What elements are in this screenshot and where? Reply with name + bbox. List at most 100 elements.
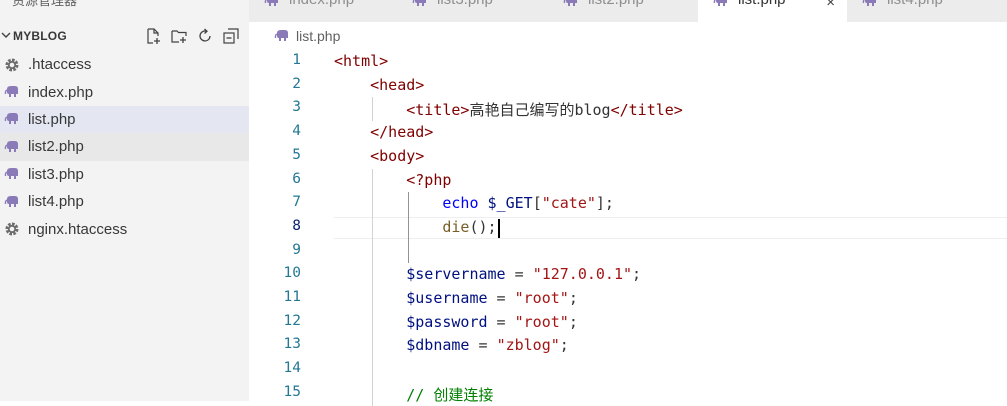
line-number: 11 <box>283 289 301 305</box>
file-label: nginx.htaccess <box>28 220 128 238</box>
line-number: 2 <box>292 75 301 92</box>
code-line[interactable]: 4 </head> <box>249 121 1007 145</box>
indent-guide <box>372 168 374 406</box>
code-text[interactable]: <title>高艳自己编写的blog</title> <box>334 99 683 120</box>
code-text[interactable]: die(); <box>334 217 497 236</box>
file-label: list3.php <box>28 165 84 183</box>
code-line[interactable]: 1 <html> <box>249 50 1007 74</box>
code-text[interactable]: $password = "root"; <box>334 313 578 331</box>
php-elephant-icon <box>4 194 20 210</box>
code-token: "cate" <box>541 194 596 213</box>
code-line[interactable]: 12 $password = "root"; <box>249 311 1007 335</box>
code-token: <?php <box>406 170 452 189</box>
code-token: [ <box>532 194 542 213</box>
php-elephant-icon <box>4 84 20 100</box>
refresh-icon[interactable] <box>195 26 215 46</box>
code-token: // 创建连接 <box>406 385 494 404</box>
code-text[interactable]: <html> <box>334 52 388 70</box>
code-text[interactable]: <head> <box>334 76 424 94</box>
code-text[interactable]: <?php <box>334 171 451 189</box>
file-label: .htaccess <box>28 56 92 74</box>
file-item[interactable]: index.php <box>0 78 249 105</box>
code-token: </title> <box>610 101 683 120</box>
code-text[interactable]: <body> <box>334 147 424 165</box>
code-line[interactable]: 14 <box>249 358 1007 382</box>
folder-header[interactable]: MYBLOG <box>0 25 249 47</box>
code-token: <html> <box>334 52 389 70</box>
code-line[interactable]: 5 <body> <box>249 145 1007 169</box>
file-item[interactable]: .htaccess <box>0 51 249 78</box>
chevron-down-icon[interactable] <box>1 30 13 43</box>
line-number: 8 <box>292 217 301 234</box>
php-elephant-icon <box>713 0 729 6</box>
code-line[interactable]: 7 echo $_GET["cate"]; <box>249 192 1007 216</box>
code-token: $dbname <box>406 336 470 355</box>
file-label: list2.php <box>28 138 84 156</box>
new-file-icon[interactable] <box>143 26 163 46</box>
code-line[interactable]: 10 $servername = "127.0.0.1"; <box>249 263 1007 287</box>
line-number: 9 <box>292 241 301 258</box>
code-token: "root" <box>514 312 569 331</box>
code-token: ; <box>632 265 642 284</box>
code-line[interactable]: 3 <title>高艳自己编写的blog</title> <box>249 97 1007 121</box>
tab[interactable]: list2.php <box>548 0 699 22</box>
file-list: .htaccess index.php list.php list2.php list3… <box>0 51 249 243</box>
code-token: $_GET <box>487 194 533 213</box>
tab[interactable]: list3.php <box>397 0 549 22</box>
code-editor[interactable]: 1 <html> 2 <head> 3 <title>高艳自己编写的blog</tit… <box>249 50 1007 406</box>
code-token: </head> <box>370 123 434 142</box>
code-text[interactable]: echo $_GET["cate"]; <box>334 194 614 212</box>
new-folder-icon[interactable] <box>169 26 189 46</box>
folder-name[interactable]: MYBLOG <box>13 29 67 43</box>
code-token: $servername <box>406 265 506 284</box>
tab-label: list.php <box>738 0 786 8</box>
tab[interactable]: index.php <box>249 0 398 22</box>
file-item[interactable]: list4.php <box>0 188 249 215</box>
code-text[interactable]: $servername = "127.0.0.1"; <box>334 265 641 283</box>
code-line[interactable]: 9 <box>249 240 1007 264</box>
code-text[interactable]: // 创建连接 <box>334 384 493 405</box>
code-line[interactable]: 2 <head> <box>249 74 1007 98</box>
close-icon[interactable]: × <box>826 0 835 11</box>
code-token: "zblog" <box>496 336 560 355</box>
file-item[interactable]: list3.php <box>0 161 249 188</box>
tab[interactable]: list.php × <box>698 0 848 22</box>
code-line[interactable]: 15 // 创建连接 <box>249 382 1007 406</box>
code-line[interactable]: 13 $dbname = "zblog"; <box>249 334 1007 358</box>
code-text[interactable]: $username = "root"; <box>334 289 578 307</box>
tab-bar: index.phplist3.phplist2.phplist.php×list… <box>249 0 1007 22</box>
file-item[interactable]: list2.php <box>0 133 249 161</box>
file-label: list4.php <box>28 193 84 211</box>
code-text[interactable]: </head> <box>334 123 433 141</box>
code-line[interactable]: 6 <?php <box>249 169 1007 193</box>
code-token: echo <box>442 194 479 213</box>
code-token: $username <box>406 289 488 307</box>
php-elephant-icon <box>4 166 20 182</box>
file-item[interactable]: nginx.htaccess <box>0 215 249 242</box>
explorer-sidebar: 资源管理器 MYBLOG .htaccess index.php list.php l… <box>0 0 249 401</box>
indent-guide <box>408 192 410 264</box>
tab[interactable]: list4.php <box>847 0 1007 22</box>
collapse-all-icon[interactable] <box>221 26 241 46</box>
code-line[interactable]: 8 die(); <box>249 216 1007 240</box>
line-number: 6 <box>292 170 301 187</box>
php-elephant-icon <box>4 139 20 155</box>
code-line[interactable]: 11 $username = "root"; <box>249 287 1007 311</box>
breadcrumb-file[interactable]: list.php <box>296 28 340 44</box>
code-token: "127.0.0.1" <box>532 265 633 284</box>
code-text[interactable]: $dbname = "zblog"; <box>334 336 569 354</box>
line-number: 13 <box>283 336 301 353</box>
php-elephant-icon <box>862 0 878 6</box>
line-number: 10 <box>283 265 301 282</box>
file-item[interactable]: list.php <box>0 105 249 134</box>
tab-label: list4.php <box>887 0 943 8</box>
code-token: (); <box>469 217 497 236</box>
